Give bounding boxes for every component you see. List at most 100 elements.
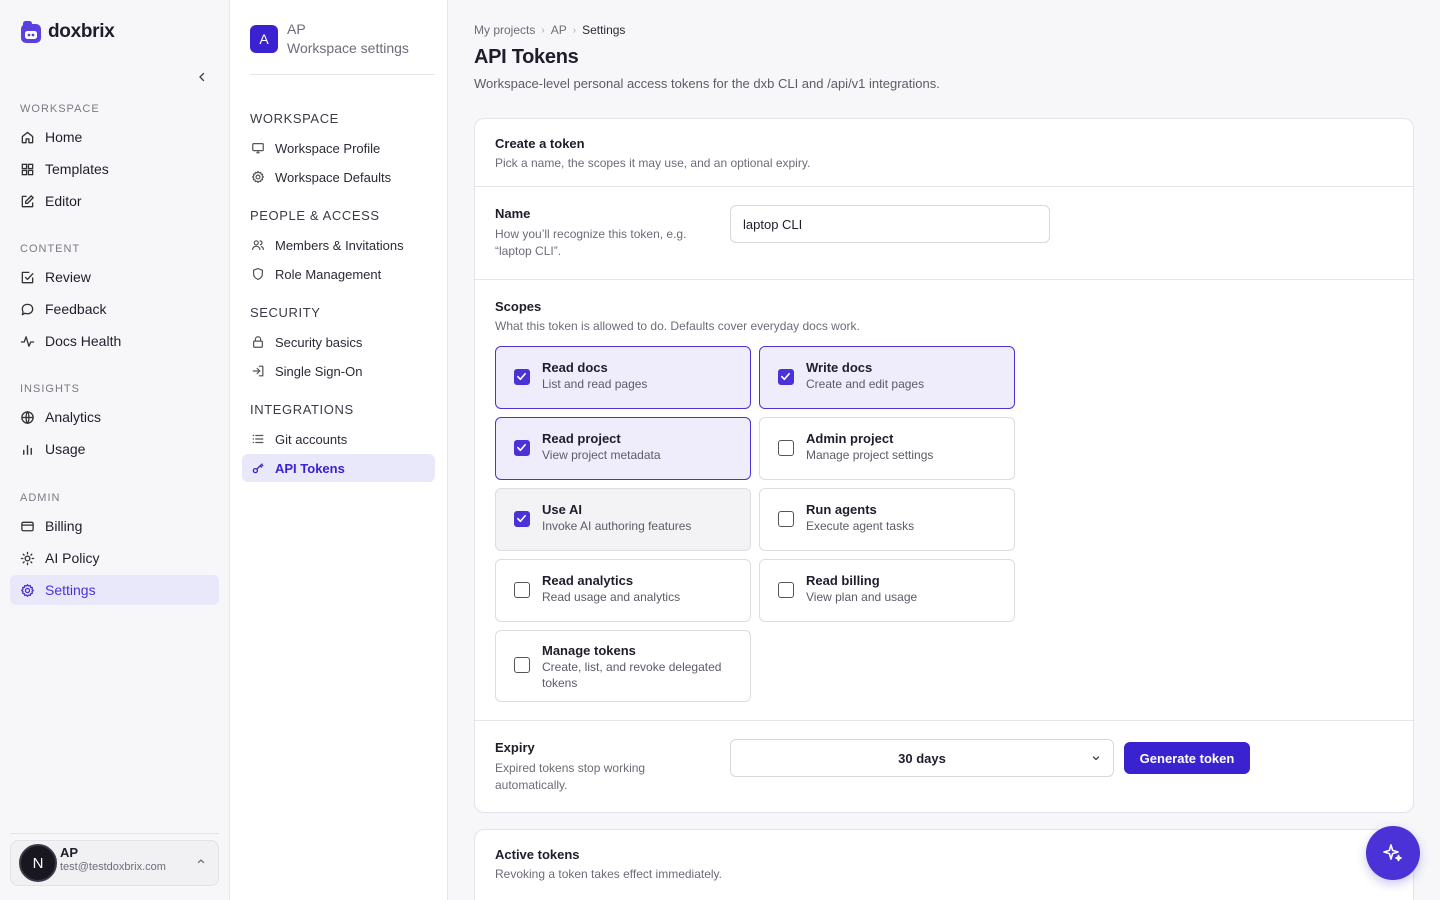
scope-name: Read project [542,431,621,446]
nav-item-ai-policy[interactable]: AI Policy [10,543,219,573]
create-token-title: Create a token [495,136,585,151]
active-tokens-subtitle: Revoking a token takes effect immediatel… [495,867,723,881]
logo[interactable]: doxbrix [20,20,115,44]
nav-item-label: AI Policy [45,550,100,566]
token-name-input[interactable] [730,205,1050,243]
message-icon [21,303,34,315]
nav-item-billing[interactable]: Billing [10,511,219,541]
settings-item-workspace-profile[interactable]: Workspace Profile [242,134,435,162]
settings-item-api-tokens[interactable]: API Tokens [242,454,435,482]
scope-run-agents[interactable]: Run agents Execute agent tasks [759,488,1015,551]
scope-name: Admin project [806,431,894,446]
settings-item-workspace-defaults[interactable]: Workspace Defaults [242,163,435,191]
scope-name: Read analytics [542,573,634,588]
nav-item-docs-health[interactable]: Docs Health [10,326,219,356]
nav-item-home[interactable]: Home [10,122,219,152]
settings-item-role-management[interactable]: Role Management [242,260,435,288]
scope-manage-tokens[interactable]: Manage tokens Create, list, and revoke de… [495,630,751,702]
checkbox[interactable] [514,511,530,527]
collapse-sidebar-button[interactable] [192,67,212,87]
check-square-icon [21,271,34,283]
scope-read-docs[interactable]: Read docs List and read pages [495,346,751,409]
settings-item-security-basics[interactable]: Security basics [242,328,435,356]
scope-admin-project[interactable]: Admin project Manage project settings [759,417,1015,480]
sparkle-icon [1383,844,1402,862]
breadcrumb-my-projects[interactable]: My projects [474,23,535,37]
settings-item-sso[interactable]: Single Sign-On [242,357,435,385]
scope-use-ai[interactable]: Use AI Invoke AI authoring features [495,488,751,551]
nav-section-label: INSIGHTS [20,383,80,395]
nav-item-analytics[interactable]: Analytics [10,402,219,432]
settings-section-label: WORKSPACE [250,111,339,126]
settings-item-members[interactable]: Members & Invitations [242,231,435,259]
scopes-label: Scopes [495,299,542,314]
workspace-badge: A [250,25,278,53]
create-token-subtitle: Pick a name, the scopes it may use, and … [495,156,811,170]
nav-item-label: Usage [45,441,86,457]
scope-desc: Create, list, and revoke delegated token… [542,660,722,690]
nav-item-label: Review [45,269,91,285]
key-icon [252,463,264,474]
checkbox[interactable] [778,582,794,598]
checkbox[interactable] [514,440,530,456]
generate-token-button[interactable]: Generate token [1124,742,1250,774]
scope-desc: Invoke AI authoring features [542,519,692,533]
user-menu[interactable]: N AP test@testdoxbrix.com [10,840,219,886]
monitor-icon [252,143,264,154]
breadcrumb-project[interactable]: AP [551,23,567,37]
checkbox[interactable] [514,657,530,673]
active-tokens-title: Active tokens [495,847,580,862]
nav-item-label: Templates [45,161,109,177]
settings-item-git-accounts[interactable]: Git accounts [242,425,435,453]
scope-name: Read docs [542,360,608,375]
scopes-section: Scopes What this token is allowed to do.… [475,279,1413,720]
users-icon [251,240,265,250]
breadcrumb: My projects › AP › Settings [474,23,625,37]
scope-write-docs[interactable]: Write docs Create and edit pages [759,346,1015,409]
nav-item-feedback[interactable]: Feedback [10,294,219,324]
settings-section-people: PEOPLE & ACCESS Members & Invitations Ro… [242,207,435,288]
breadcrumb-current: Settings [582,23,626,37]
scope-read-project[interactable]: Read project View project metadata [495,417,751,480]
user-name: AP [60,845,79,860]
ai-assistant-button[interactable] [1366,826,1420,880]
workspace-header: A AP Workspace settings [250,20,435,75]
nav-item-templates[interactable]: Templates [10,154,219,184]
home-icon [21,131,34,143]
checkbox[interactable] [514,582,530,598]
nav-item-usage[interactable]: Usage [10,434,219,464]
gear-icon [21,583,34,597]
workspace-name: AP [287,21,306,37]
nav-item-settings[interactable]: Settings [10,575,219,605]
checkbox[interactable] [778,369,794,385]
active-tokens-card: Active tokens Revoking a token takes eff… [474,829,1414,900]
expiry-select[interactable]: 30 days [730,739,1114,777]
check-icon [781,372,790,381]
chevron-left-icon [199,72,205,82]
bar-chart-icon [23,444,32,455]
checkbox[interactable] [778,511,794,527]
name-help: How you’ll recognize this token, e.g. “l… [495,227,687,258]
nav-section-label: ADMIN [20,492,61,504]
page-title: API Tokens [474,46,579,68]
nav-section-insights: INSIGHTS Analytics Usage [10,381,219,464]
nav-item-review[interactable]: Review [10,262,219,292]
settings-section-label: PEOPLE & ACCESS [250,208,380,223]
nav-item-label: Billing [45,518,83,534]
scope-name: Run agents [806,502,877,517]
scope-read-billing[interactable]: Read billing View plan and usage [759,559,1015,622]
doxbrix-logo-icon [21,21,41,43]
scope-name: Read billing [806,573,880,588]
workspace-subtitle: Workspace settings [287,40,409,56]
expiry-section: Expiry Expired tokens stop working autom… [475,720,1413,812]
nav-item-editor[interactable]: Editor [10,186,219,216]
check-icon [517,443,526,452]
checkbox[interactable] [514,369,530,385]
nav-item-label: Settings [45,582,96,598]
name-label: Name [495,206,531,221]
expiry-help: Expired tokens stop working automaticall… [495,761,646,792]
checkbox[interactable] [778,440,794,456]
nav-item-label: Feedback [45,301,107,317]
sidebar: doxbrix WORKSPACE Home Templates Editor … [0,0,230,900]
scope-read-analytics[interactable]: Read analytics Read usage and analytics [495,559,751,622]
